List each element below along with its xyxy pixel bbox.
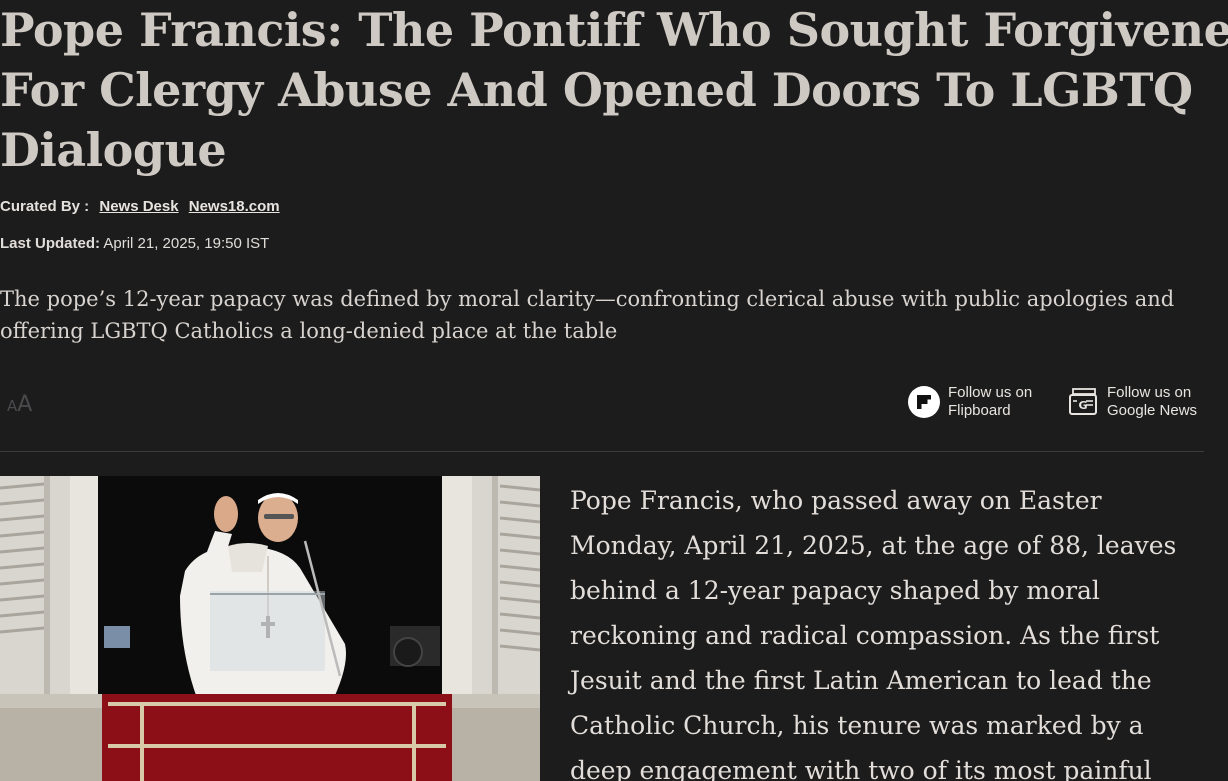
follow-flipboard-button[interactable]: Follow us on Flipboard xyxy=(908,384,1032,420)
author-link-news18[interactable]: News18.com xyxy=(189,198,280,215)
font-size-large-a: A xyxy=(17,392,33,417)
article-body: Pope Francis, who passed away on Easter … xyxy=(570,478,1210,781)
headline-line: Dialogue xyxy=(0,123,227,177)
body-line: Monday, April 21, 2025, at the age of 88… xyxy=(570,531,1177,560)
body-line: Jesuit and the first Latin American to l… xyxy=(570,666,1152,695)
last-updated-label: Last Updated: xyxy=(0,235,101,252)
body-line: behind a 12-year papacy shaped by moral xyxy=(570,576,1100,605)
section-divider xyxy=(0,451,1204,452)
font-size-icon[interactable]: AA xyxy=(7,392,32,417)
curated-by-label: Curated By : xyxy=(0,198,90,215)
font-size-small-a: A xyxy=(7,397,18,415)
headline-line: For Clergy Abuse And Opened Doors To LGB… xyxy=(0,63,1193,117)
last-updated: Last Updated: April 21, 2025, 19:50 IST xyxy=(0,235,269,252)
pope-balcony-illustration xyxy=(0,476,540,781)
follow-flipboard-line1: Follow us on xyxy=(948,384,1033,401)
flipboard-icon xyxy=(908,386,940,418)
article-headline: Pope Francis: The Pontiff Who Sought For… xyxy=(0,0,1228,180)
follow-flipboard-line2: Flipboard xyxy=(948,402,1011,419)
follow-google-news-line1: Follow us on xyxy=(1107,384,1192,401)
headline-line: Pope Francis: The Pontiff Who Sought For… xyxy=(0,3,1228,57)
body-line: Catholic Church, his tenure was marked b… xyxy=(570,711,1144,740)
follow-google-news-button[interactable]: G Follow us on Google News xyxy=(1067,384,1197,420)
body-line: Pope Francis, who passed away on Easter xyxy=(570,486,1102,515)
follow-google-news-line2: Google News xyxy=(1107,402,1198,419)
body-line: deep engagement with two of its most pai… xyxy=(570,756,1152,781)
google-news-icon: G xyxy=(1067,386,1099,418)
last-updated-value: April 21, 2025, 19:50 IST xyxy=(103,235,270,252)
summary-line: The pope’s 12-year papacy was defined by… xyxy=(0,287,1175,311)
author-link-news-desk[interactable]: News Desk xyxy=(99,198,178,215)
article-summary: The pope’s 12-year papacy was defined by… xyxy=(0,283,1200,347)
summary-line: offering LGBTQ Catholics a long-denied p… xyxy=(0,319,618,343)
byline: Curated By : News Desk News18.com xyxy=(0,198,280,215)
body-line: reckoning and radical compassion. As the… xyxy=(570,621,1160,650)
article-photo[interactable] xyxy=(0,476,540,781)
